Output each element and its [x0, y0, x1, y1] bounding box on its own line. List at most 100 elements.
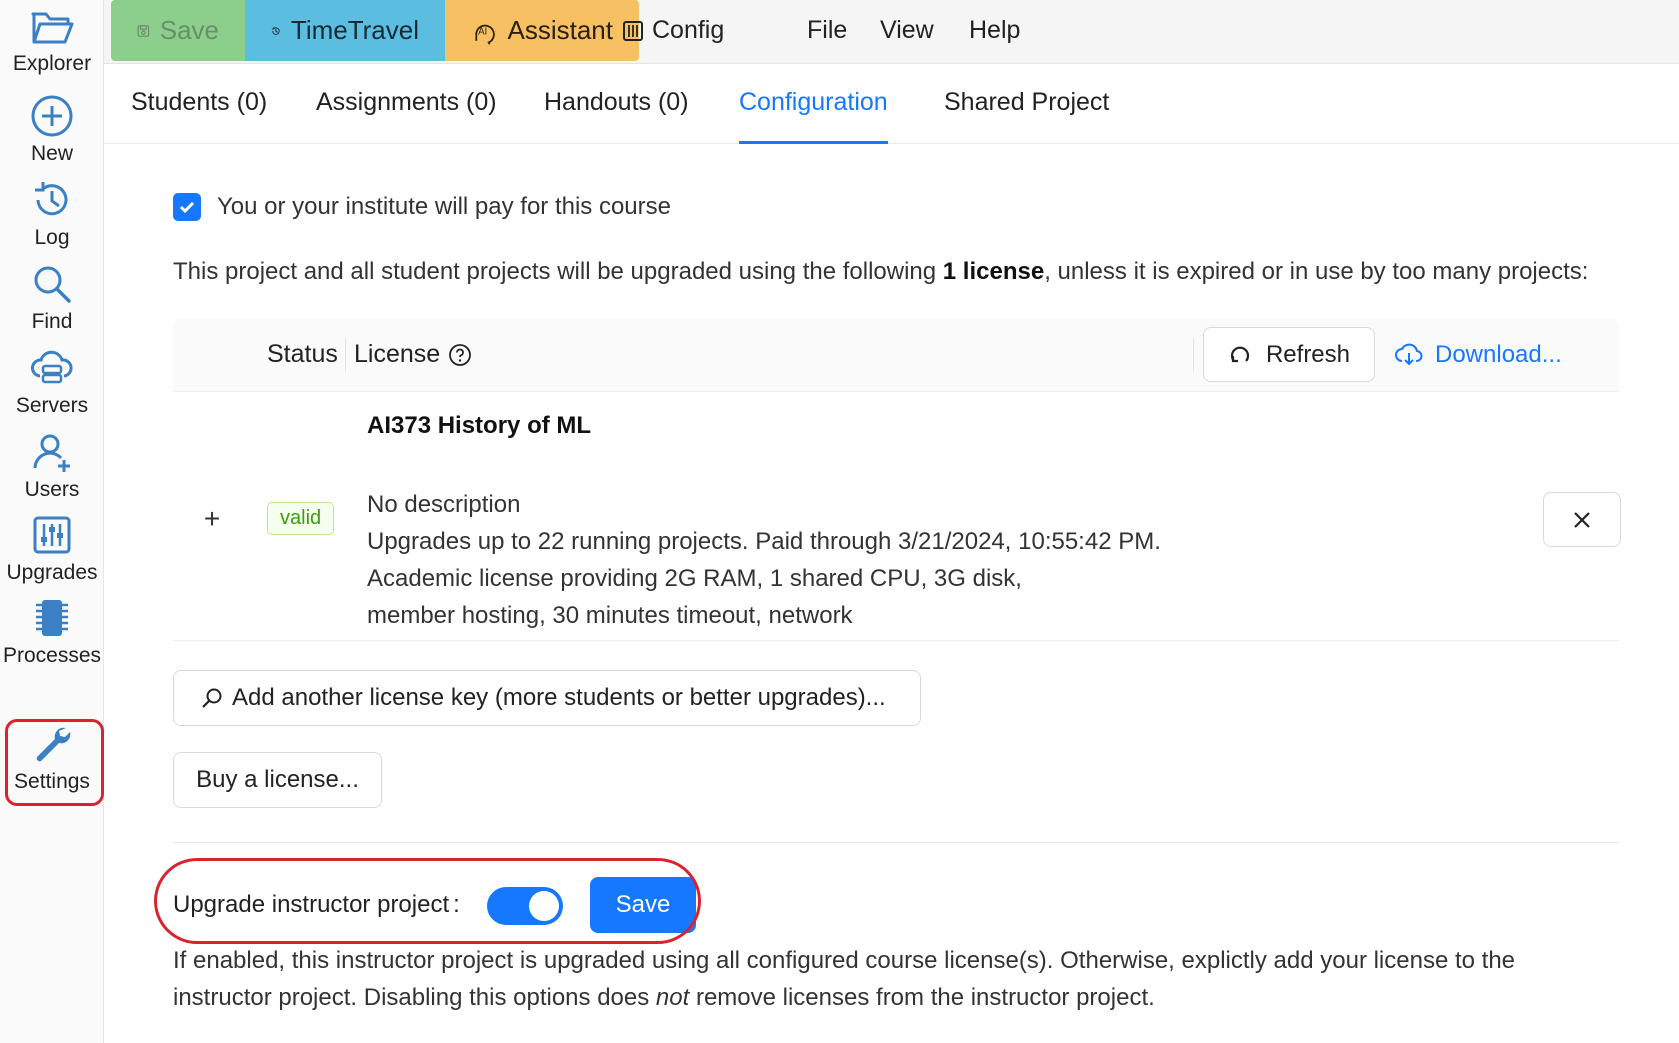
chip-icon: [36, 600, 68, 636]
sidebar-item-label: Explorer: [12, 52, 92, 75]
refresh-button[interactable]: Refresh: [1203, 327, 1375, 382]
upgrade-instructor-toggle[interactable]: [487, 887, 563, 925]
refresh-label: Refresh: [1265, 340, 1351, 368]
toggle-knob: [529, 891, 559, 921]
download-label: Download...: [1435, 340, 1562, 368]
toolbar-save-button[interactable]: Save: [111, 0, 245, 61]
download-link[interactable]: Download...: [1395, 327, 1562, 382]
svg-text:AI: AI: [478, 26, 487, 37]
column-header-status: Status: [267, 340, 338, 368]
menu-config[interactable]: Config: [622, 0, 724, 61]
license-table-header: Status License Refresh Download...: [173, 318, 1619, 392]
menu-view[interactable]: View: [880, 0, 934, 61]
status-badge: valid: [267, 502, 335, 535]
upgrade-save-label: Save: [615, 891, 671, 918]
sidebar-item-label: Users: [24, 478, 80, 501]
tab-shared-project[interactable]: Shared Project: [944, 88, 1109, 144]
checkmark-icon: [179, 201, 195, 214]
history-icon: [35, 182, 68, 216]
menu-help[interactable]: Help: [969, 0, 1020, 61]
sliders-icon: [623, 20, 643, 41]
menu-file[interactable]: File: [807, 0, 847, 61]
tab-students[interactable]: Students (0): [131, 88, 267, 144]
intro-text-start: This project and all student projects wi…: [173, 258, 943, 285]
users-icon: [33, 434, 70, 472]
toolbar-assistant-button[interactable]: AI Assistant: [445, 0, 639, 61]
license-description: No description: [367, 491, 521, 518]
expand-row-button[interactable]: +: [195, 502, 229, 536]
note-emphasis: not: [655, 984, 690, 1011]
menu-config-label: Config: [652, 16, 725, 44]
add-license-key-label: Add another license key (more students o…: [232, 684, 886, 711]
toolbar-save-label: Save: [159, 15, 219, 45]
toolbar-timetravel-button[interactable]: TimeTravel: [245, 0, 445, 61]
sidebar-item-users[interactable]: Users: [0, 424, 104, 510]
cloud-download-icon: [1395, 343, 1423, 365]
tab-assignments[interactable]: Assignments (0): [316, 88, 497, 144]
close-icon: [1574, 511, 1590, 528]
cloud-server-icon: [31, 350, 73, 384]
remove-license-button[interactable]: [1543, 492, 1621, 547]
sidebar-item-servers[interactable]: Servers: [0, 340, 104, 426]
table-row: + valid AI373 History of ML No descripti…: [173, 392, 1621, 641]
search-icon: [34, 266, 71, 303]
buy-license-label: Buy a license...: [196, 766, 359, 793]
note-text-end: remove licenses from the instructor proj…: [689, 984, 1155, 1011]
license-details: No description Upgrades up to 22 running…: [367, 486, 1167, 634]
wrench-icon: [36, 727, 71, 762]
tab-configuration[interactable]: Configuration: [739, 88, 888, 144]
sidebar-item-label: Servers: [15, 394, 89, 417]
tab-handouts[interactable]: Handouts (0): [544, 88, 689, 144]
sidebar-item-label: Upgrades: [6, 561, 98, 584]
pay-for-course-checkbox[interactable]: [173, 193, 201, 221]
course-tabs: Students (0) Assignments (0) Handouts (0…: [104, 64, 1679, 144]
sidebar-item-label: New: [30, 142, 73, 165]
save-icon: [137, 24, 150, 37]
sidebar-item-explorer[interactable]: Explorer: [0, 2, 104, 88]
column-separator: [1193, 338, 1194, 372]
sidebar-item-log[interactable]: Log: [0, 172, 104, 258]
refresh-icon: [1230, 346, 1249, 362]
upgrade-instructor-row: Upgrade instructor project: Save: [173, 877, 696, 933]
column-header-license-label: License: [354, 340, 441, 368]
label-colon: :: [453, 891, 460, 918]
search-icon: [202, 688, 222, 708]
left-sidebar: Explorer New Log Find Servers Users Upgr…: [0, 0, 104, 1043]
license-quota-line: Upgrades up to 22 running projects. Paid…: [367, 528, 1161, 555]
folder-open-icon: [31, 12, 74, 44]
sidebar-item-upgrades[interactable]: Upgrades: [0, 507, 104, 593]
history-icon: [271, 26, 280, 35]
configuration-panel: You or your institute will pay for this …: [131, 170, 1679, 1043]
sidebar-item-processes[interactable]: Processes: [0, 590, 104, 676]
intro-text-end: , unless it is expired or in use by too …: [1044, 258, 1589, 285]
sidebar-item-new[interactable]: New: [0, 88, 104, 174]
column-header-license: License: [354, 340, 472, 369]
license-title: AI373 History of ML: [367, 412, 592, 439]
sidebar-item-find[interactable]: Find: [0, 256, 104, 342]
menu-help-label: Help: [969, 16, 1021, 44]
license-intro-text: This project and all student projects wi…: [173, 258, 1588, 286]
add-license-key-button[interactable]: Add another license key (more students o…: [173, 670, 921, 726]
pay-for-course-row: You or your institute will pay for this …: [173, 193, 671, 221]
toolbar-timetravel-label: TimeTravel: [290, 15, 419, 45]
help-icon[interactable]: [448, 343, 472, 367]
ai-assistant-icon: AI: [475, 24, 495, 45]
toolbar-assistant-label: Assistant: [507, 15, 614, 45]
upgrade-save-button[interactable]: Save: [590, 877, 696, 933]
sidebar-item-label: Processes: [2, 644, 102, 667]
buy-license-button[interactable]: Buy a license...: [173, 752, 382, 808]
pay-for-course-label: You or your institute will pay for this …: [217, 193, 671, 220]
section-divider: [173, 842, 1619, 843]
toolbar-button-group: Save TimeTravel AI Assistant: [111, 0, 639, 61]
sidebar-item-settings[interactable]: Settings: [0, 716, 104, 802]
upgrade-instructor-note: If enabled, this instructor project is u…: [173, 942, 1573, 1016]
sliders-icon: [33, 516, 71, 554]
upgrade-instructor-label: Upgrade instructor project: [173, 891, 450, 918]
menu-view-label: View: [880, 16, 934, 44]
license-upgrades-line: Academic license providing 2G RAM, 1 sha…: [367, 565, 1022, 629]
sidebar-item-label: Log: [34, 226, 70, 249]
column-separator: [345, 338, 346, 372]
sidebar-item-label: Settings: [14, 770, 90, 793]
intro-license-count: 1 license: [942, 258, 1045, 285]
plus-circle-icon: [31, 95, 73, 137]
